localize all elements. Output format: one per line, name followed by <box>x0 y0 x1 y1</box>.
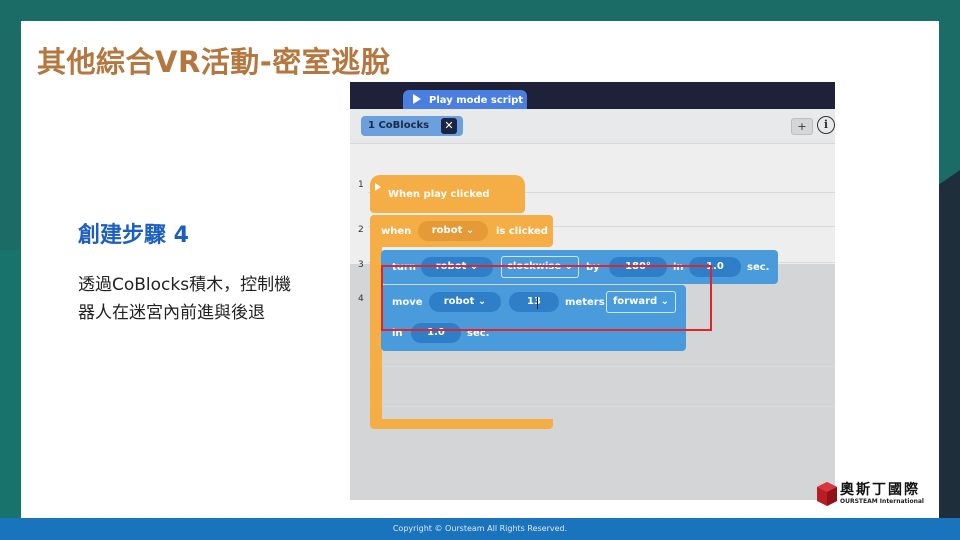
sec-label: sec. <box>747 262 770 273</box>
when-label: when <box>381 226 412 237</box>
file-tab-label: 1 CoBlocks <box>368 120 430 131</box>
row-divider <box>368 406 835 407</box>
slide: 其他綜合VR活動-密室逃脫 創建步驟 4 透過CoBlocks積木，控制機器人在… <box>21 21 939 518</box>
logo-subtitle: OURSTEAM International <box>840 498 924 505</box>
when-block-bottom <box>370 419 553 429</box>
play-mode-script-tab[interactable]: Play mode script <box>403 90 527 111</box>
play-icon <box>375 183 381 191</box>
line-number: 4 <box>358 294 364 304</box>
when-play-clicked-label: When play clicked <box>388 189 490 200</box>
line-number: 2 <box>358 225 364 235</box>
line-number: 1 <box>358 180 364 190</box>
footer: Copyright © Oursteam All Rights Reserved… <box>0 518 960 540</box>
coblocks-file-tab[interactable]: 1 CoBlocks ✕ <box>361 116 463 136</box>
coblocks-screenshot: Play mode script 1 CoBlocks ✕ + i 1 2 3 … <box>350 82 835 500</box>
step-description: 透過CoBlocks積木，控制機器人在迷宮內前進與後退 <box>78 275 292 323</box>
play-tab-label: Play mode script <box>429 95 524 106</box>
editor-tab-bar: 1 CoBlocks ✕ + i <box>350 109 835 144</box>
editor-top-bar: Play mode script <box>350 82 835 111</box>
line-number: 3 <box>358 260 364 270</box>
slide-title: 其他綜合VR活動-密室逃脫 <box>37 45 391 79</box>
when-play-clicked-block[interactable]: When play clicked <box>370 175 525 213</box>
chevron-down-icon: ⌄ <box>465 225 475 236</box>
is-clicked-label: is clicked <box>496 226 548 237</box>
when-robot-clicked-block[interactable]: when robot ⌄ is clicked <box>370 215 553 247</box>
logo-name: 奧斯丁國際 <box>840 482 920 498</box>
step-title: 創建步驟 4 <box>78 223 189 248</box>
highlight-box <box>381 265 712 331</box>
copyright-text: Copyright © Oursteam All Rights Reserved… <box>392 524 568 533</box>
play-icon <box>413 94 421 104</box>
when-target-select[interactable]: robot ⌄ <box>418 221 488 241</box>
close-icon[interactable]: ✕ <box>441 118 457 134</box>
when-target-value: robot <box>431 225 463 236</box>
add-tab-button[interactable]: + <box>791 118 813 135</box>
info-icon[interactable]: i <box>817 116 835 134</box>
row-divider <box>368 366 835 367</box>
logo-cube-icon <box>817 482 837 506</box>
company-logo: 奧斯丁國際 OURSTEAM International <box>816 479 936 509</box>
